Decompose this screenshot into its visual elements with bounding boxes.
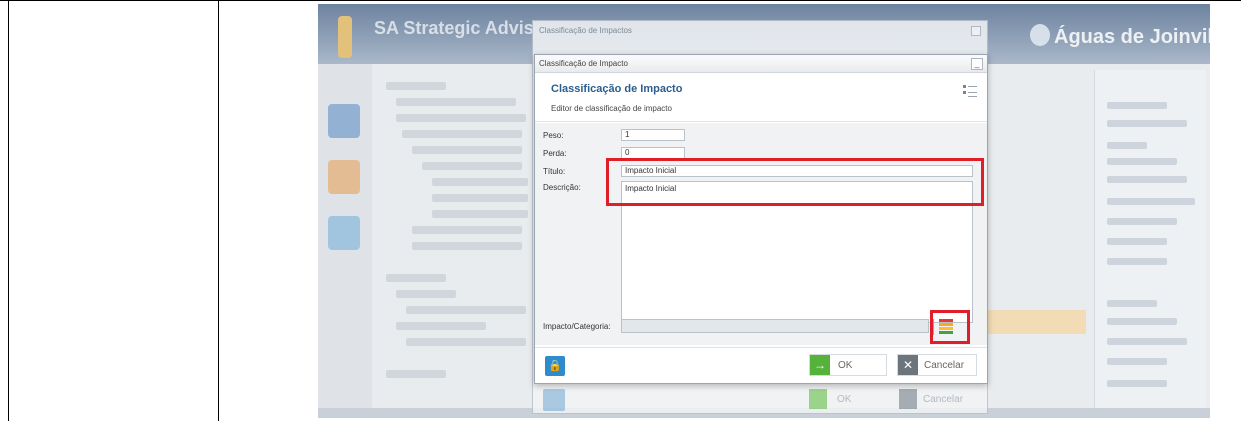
background-cancel-label: Cancelar bbox=[923, 394, 964, 405]
right-panel-line bbox=[1107, 300, 1157, 307]
categoria-label: Impacto/Categoria: bbox=[543, 322, 611, 331]
tree-line bbox=[386, 274, 446, 282]
titulo-label: Título: bbox=[543, 167, 566, 176]
close-icon: ✕ bbox=[898, 355, 918, 375]
background-highlight-row bbox=[988, 310, 1086, 334]
arrow-right-icon: → bbox=[810, 355, 830, 375]
tree-line bbox=[386, 370, 446, 378]
right-panel-line bbox=[1107, 380, 1167, 387]
background-lock-icon bbox=[543, 389, 565, 411]
app-logo-icon bbox=[338, 16, 352, 58]
frame-left-line bbox=[8, 0, 9, 421]
brand-logo-icon bbox=[1030, 24, 1050, 46]
tree-line bbox=[406, 338, 526, 346]
frame-top-line bbox=[0, 0, 1241, 1]
dialog-header-subtitle: Editor de classificação de impacto bbox=[551, 104, 672, 113]
right-panel-line bbox=[1107, 158, 1177, 165]
dialog-header-title: Classificação de Impacto bbox=[551, 83, 683, 95]
dialog-header: Classificação de Impacto Editor de class… bbox=[535, 74, 987, 122]
perda-label: Perda: bbox=[543, 149, 567, 158]
tree-line bbox=[422, 162, 522, 170]
background-ok-label: OK bbox=[837, 394, 852, 405]
dialog-window-title: Classificação de Impacto bbox=[539, 59, 628, 68]
tree-line bbox=[402, 130, 522, 138]
background-cancel-button: Cancelar bbox=[899, 389, 983, 411]
right-panel-line bbox=[1107, 120, 1187, 127]
tree-line bbox=[432, 194, 528, 202]
rail-button-reports[interactable] bbox=[328, 160, 360, 194]
left-rail bbox=[318, 64, 372, 418]
background-dialog-title: Classificação de Impactos bbox=[539, 26, 632, 35]
background-ok-button: OK bbox=[809, 389, 883, 411]
background-ok-arrow-icon bbox=[809, 389, 827, 409]
tree-line bbox=[396, 98, 516, 106]
descricao-label: Descrição: bbox=[543, 183, 581, 192]
highlight-title-description bbox=[606, 158, 984, 206]
tree-line bbox=[412, 226, 522, 234]
tree-line bbox=[396, 114, 526, 122]
right-panel-line bbox=[1107, 142, 1147, 149]
dialog-body: Peso: 1 Perda: 0 Título: Impacto Inicial… bbox=[535, 123, 987, 345]
brand-name: Águas de Joinville bbox=[1054, 26, 1210, 48]
dialog-footer: 🔒 → OK ✕ Cancelar bbox=[535, 347, 987, 383]
tree-line bbox=[432, 210, 528, 218]
right-panel-line bbox=[1107, 102, 1167, 109]
ok-button[interactable]: → OK bbox=[809, 354, 887, 376]
right-panel-line bbox=[1107, 176, 1187, 183]
right-panel-line bbox=[1107, 198, 1195, 205]
right-panel-line bbox=[1107, 358, 1167, 365]
background-right-panel bbox=[1094, 70, 1206, 410]
app-title: SA Strategic Advis bbox=[374, 18, 534, 38]
right-panel-line bbox=[1107, 338, 1187, 345]
background-dialog-close-icon[interactable] bbox=[971, 26, 981, 36]
rail-button-docs[interactable] bbox=[328, 216, 360, 250]
rail-button-home[interactable] bbox=[328, 104, 360, 138]
dialog-titlebar: Classificação de Impacto _ bbox=[535, 55, 987, 73]
impact-classification-dialog: Classificação de Impacto _ Classificação… bbox=[534, 54, 988, 384]
right-panel-line bbox=[1107, 218, 1177, 225]
peso-label: Peso: bbox=[543, 131, 564, 140]
right-panel-line bbox=[1107, 318, 1177, 325]
background-cancel-x-icon bbox=[899, 389, 917, 409]
minimize-icon[interactable]: _ bbox=[971, 58, 983, 70]
ok-label: OK bbox=[838, 360, 853, 371]
tree-line bbox=[386, 82, 446, 90]
lock-icon[interactable]: 🔒 bbox=[545, 356, 565, 376]
tree-line bbox=[412, 242, 522, 250]
peso-input[interactable]: 1 bbox=[621, 129, 685, 141]
right-panel-line bbox=[1107, 238, 1167, 245]
right-panel-line bbox=[1107, 258, 1167, 265]
tree-line bbox=[412, 146, 522, 154]
frame-divider-line bbox=[218, 0, 219, 421]
tree-line bbox=[432, 178, 528, 186]
highlight-category-picker bbox=[930, 310, 970, 344]
tree-line bbox=[406, 306, 526, 314]
categoria-input[interactable] bbox=[621, 319, 929, 333]
tree-line bbox=[396, 290, 456, 298]
cancel-label: Cancelar bbox=[924, 360, 965, 371]
list-edit-icon bbox=[963, 85, 977, 97]
cancel-button[interactable]: ✕ Cancelar bbox=[897, 354, 977, 376]
tree-line bbox=[396, 322, 486, 330]
